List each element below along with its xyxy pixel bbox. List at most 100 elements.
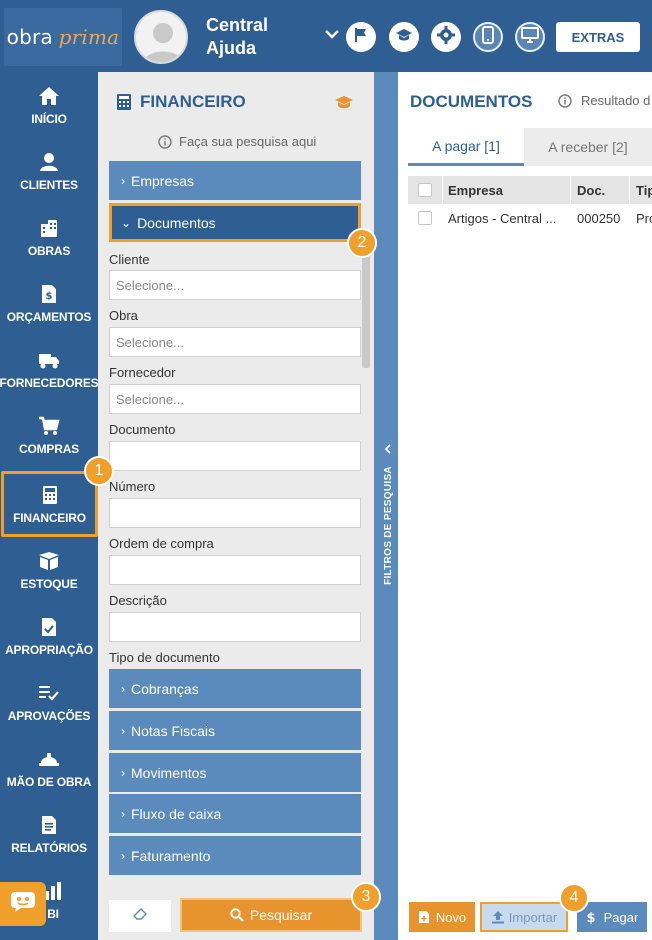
cell-empresa: Artigos - Central ... [448,210,557,226]
section-cobrancas[interactable]: › Cobranças [109,669,361,708]
app-logo[interactable]: obra prima [4,8,122,66]
gear-icon [437,25,455,49]
sidebar-item-clientes[interactable]: CLIENTES [0,138,98,204]
clear-filters-button[interactable] [109,900,171,932]
chat-bot-icon [10,891,36,918]
search-button[interactable]: Pesquisar [180,898,362,932]
section-notas-fiscais[interactable]: › Notas Fiscais [109,711,361,750]
filter-panel-title: FINANCEIRO [116,92,246,112]
chevron-left-icon[interactable] [382,442,394,454]
section-label: Documentos [137,214,216,231]
step-badge-4: 4 [559,883,589,913]
column-header-tipo[interactable]: Tip [630,176,652,204]
chat-button[interactable] [0,882,46,926]
training-button[interactable] [389,22,419,52]
section-label: Cobranças [131,680,199,697]
column-header-empresa[interactable]: Empresa [442,176,570,204]
desktop-button[interactable] [515,22,545,52]
column-header-doc[interactable]: Doc. [571,176,629,204]
sidebar-item-aprovacoes[interactable]: APROVAÇÕES [0,669,98,735]
chevron-right-icon: › [121,765,125,780]
novo-button-label: Novo [435,909,467,925]
dollar-doc-icon: $ [37,282,61,306]
top-bar: obra prima Central Ajuda EXTRAS [0,0,652,72]
mobile-button[interactable] [473,22,503,52]
tab-a-receber[interactable]: A receber [2] [524,128,652,166]
sidebar-item-label: COMPRAS [19,442,79,456]
graduation-cap-icon[interactable] [334,94,354,112]
extras-button[interactable]: EXTRAS [556,22,640,52]
sidebar-item-label: BI [47,907,59,921]
select-all-checkbox[interactable] [418,183,432,197]
sidebar-item-obras[interactable]: OBRAS [0,204,98,270]
new-doc-icon [418,910,430,924]
chevron-right-icon: › [121,848,125,863]
graduation-cap-icon [395,27,413,48]
section-label: Fluxo de caixa [131,805,222,822]
cliente-select[interactable]: Selecione... [109,270,361,300]
filter-tab-label-wrap: FILTROS DE PESQUISA [380,460,396,590]
section-label: Empresas [131,172,195,189]
sidebar-item-label: ESTOQUE [20,577,78,591]
chevron-down-icon[interactable] [322,24,342,44]
search-hint-text: Faça sua pesquisa aqui [179,134,317,149]
sidebar-item-label: APROVAÇÕES [7,709,91,723]
sidebar-item-orcamentos[interactable]: $ ORÇAMENTOS [0,270,98,336]
table-row[interactable]: Artigos - Central ... 000250 Pro [408,204,652,232]
sidebar-item-label: FINANCEIRO [13,511,86,525]
descricao-input[interactable] [109,612,361,642]
settings-button[interactable] [431,22,461,52]
user-name[interactable]: Central Ajuda [206,14,268,60]
sidebar-item-fornecedores[interactable]: FORNECEDORES [0,336,99,402]
flag-icon [353,27,369,48]
sidebar-item-compras[interactable]: COMPRAS [0,402,98,468]
sidebar-item-apropriacao[interactable]: APROPRIAÇÃO [0,603,98,669]
sidebar-item-mao-de-obra[interactable]: MÃO DE OBRA [0,735,98,801]
fornecedor-select[interactable]: Selecione... [109,384,361,414]
section-fluxo-caixa[interactable]: › Fluxo de caixa [109,794,361,833]
list-check-icon [37,681,61,705]
documento-label: Documento [109,422,176,437]
obra-select[interactable]: Selecione... [109,327,361,357]
sidebar-item-label: FORNECEDORES [0,376,99,390]
chevron-right-icon: › [121,681,125,696]
cell-doc: 000250 [577,210,621,226]
numero-label: Número [109,479,156,494]
filter-tab-label: FILTROS DE PESQUISA [382,465,394,585]
row-checkbox[interactable] [418,211,432,225]
flag-button[interactable] [346,22,376,52]
sidebar-item-label: APROPRIAÇÃO [5,643,93,657]
sidebar-item-financeiro[interactable]: FINANCEIRO [1,471,98,537]
sidebar-item-estoque[interactable]: ESTOQUE [0,537,98,603]
avatar[interactable] [134,10,188,64]
result-hint-text: Resultado d [581,93,651,108]
filter-panel: FINANCEIRO Faça sua pesquisa aqui › Empr… [98,72,374,940]
chevron-down-icon: ⌄ [121,215,132,230]
building-icon [37,216,61,240]
sidebar-item-label: ORÇAMENTOS [6,310,92,324]
section-empresas[interactable]: › Empresas [109,161,361,200]
table-header: Empresa Doc. Tip [408,176,652,204]
mobile-phone-icon [482,25,494,49]
numero-input[interactable] [109,498,361,528]
pagar-button[interactable]: $ Pagar [577,902,647,932]
chevron-right-icon: › [121,806,125,821]
tab-a-pagar[interactable]: A pagar [1] [408,128,524,166]
section-faturamento[interactable]: › Faturamento [109,836,361,875]
calculator-icon [116,93,132,111]
upload-icon [491,910,504,924]
section-movimentos[interactable]: › Movimentos [109,753,361,792]
sidebar-item-inicio[interactable]: INÍCIO [0,72,98,138]
search-icon [230,908,244,922]
importar-button[interactable]: Importar [480,902,568,932]
importar-button-label: Importar [508,909,558,925]
novo-button[interactable]: Novo [409,902,475,932]
ordem-compra-input[interactable] [109,555,361,585]
documento-input[interactable] [109,441,361,471]
chevron-right-icon: › [121,723,125,738]
obra-label: Obra [109,308,138,323]
sidebar-item-relatorios[interactable]: RELATÓRIOS [0,801,98,867]
svg-text:$: $ [586,911,595,924]
section-documentos[interactable]: ⌄ Documentos [109,203,361,242]
home-icon [37,84,61,108]
